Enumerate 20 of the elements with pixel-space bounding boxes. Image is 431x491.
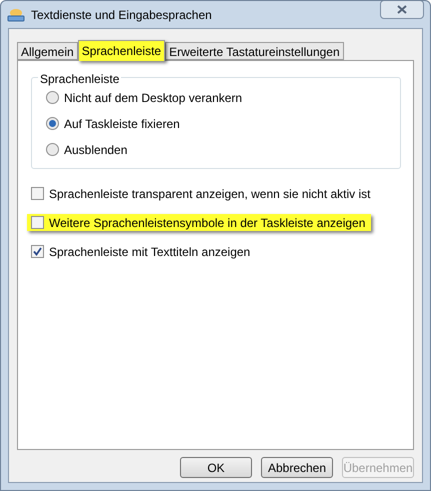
- radio-label: Ausblenden: [64, 142, 128, 158]
- checkbox-row[interactable]: Sprachenleiste mit Texttiteln anzeigen: [27, 243, 256, 260]
- radio-button[interactable]: [46, 91, 59, 104]
- checkbox[interactable]: [31, 216, 44, 229]
- close-button[interactable]: [380, 1, 424, 19]
- keyboard-icon: [7, 8, 25, 22]
- tab[interactable]: Sprachenleiste: [78, 40, 166, 61]
- checkbox[interactable]: [31, 245, 44, 258]
- close-icon: [397, 5, 407, 14]
- radio-label: Nicht auf dem Desktop verankern: [64, 90, 242, 106]
- tab[interactable]: Erweiterte Tastatureinstellungen: [165, 42, 344, 60]
- checkbox[interactable]: [31, 187, 44, 200]
- window-title: Textdienste und Eingabesprachen: [31, 6, 212, 24]
- dialog-button[interactable]: OK: [180, 457, 252, 478]
- checkbox-label: Sprachenleiste mit Texttiteln anzeigen: [49, 244, 250, 260]
- radio-label: Auf Taskleiste fixieren: [64, 116, 180, 132]
- radio-button[interactable]: [46, 143, 59, 156]
- dialog-button[interactable]: Abbrechen: [261, 457, 333, 478]
- tab[interactable]: Allgemein: [17, 42, 78, 60]
- radio-button[interactable]: [46, 117, 59, 130]
